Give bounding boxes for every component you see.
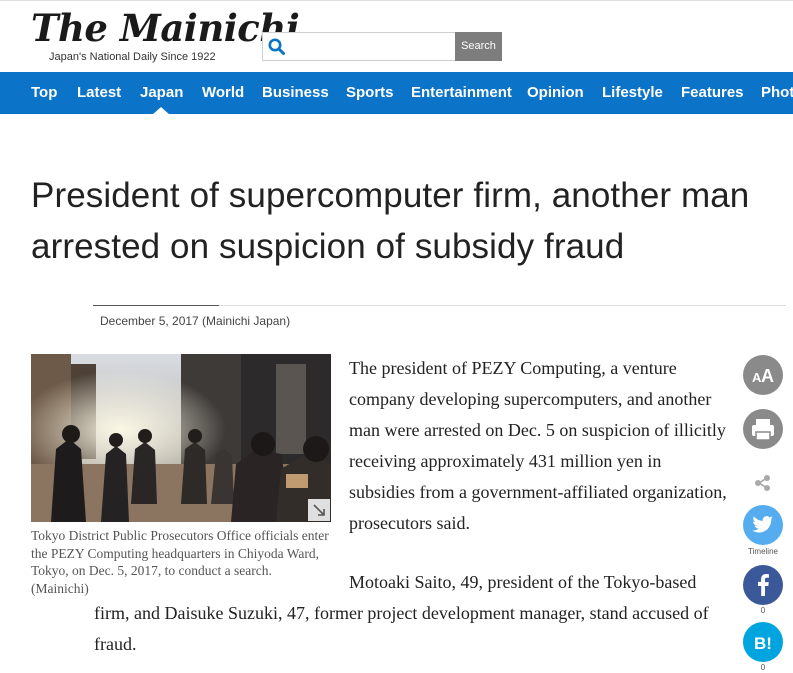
logo-tagline: Japan's National Daily Since 1922 <box>49 51 216 63</box>
hatena-label: B! <box>754 634 772 653</box>
nav-item-photo[interactable]: Phot <box>761 72 793 114</box>
hatena-count: 0 <box>760 663 766 672</box>
site-logo[interactable]: The Mainichi Japan's National Daily Sinc… <box>31 6 300 66</box>
facebook-icon <box>758 574 769 596</box>
top-border <box>0 0 793 1</box>
twitter-label: Timeline <box>748 547 778 556</box>
nav-item-opinion[interactable]: Opinion <box>527 72 584 114</box>
photo-scene <box>31 354 331 522</box>
twitter-bird-icon <box>752 516 774 533</box>
article-paragraph: Motoaki Saito, 49, president of the Toky… <box>94 572 709 654</box>
divider-accent <box>93 305 219 306</box>
article-paragraph: The president of PEZY Computing, a ventu… <box>349 358 727 533</box>
nav-item-lifestyle[interactable]: Lifestyle <box>602 72 663 114</box>
expand-arrow-icon <box>313 504 325 516</box>
hatena-icon: B! <box>754 634 772 653</box>
nav-item-sports[interactable]: Sports <box>346 72 394 114</box>
nav-item-latest[interactable]: Latest <box>77 72 121 114</box>
main-nav: Top Latest Japan World Business Sports E… <box>0 72 793 114</box>
dateline: December 5, 2017 (Mainichi Japan) <box>100 314 291 328</box>
svg-text:A: A <box>761 366 774 386</box>
nav-item-features[interactable]: Features <box>681 72 744 114</box>
title-line-2: arrested on suspicion of subsidy fraud <box>31 227 625 266</box>
font-size-icon: A A <box>752 366 774 386</box>
article-title: President of supercomputer firm, another… <box>31 170 781 272</box>
logo-wordmark: The Mainichi <box>31 6 300 50</box>
twitter-button[interactable] <box>743 505 783 545</box>
active-tab-indicator <box>152 107 170 115</box>
search-button[interactable]: Search <box>455 32 502 61</box>
font-size-button[interactable]: A A <box>743 355 783 395</box>
printer-icon <box>752 419 774 441</box>
nav-item-business[interactable]: Business <box>262 72 329 114</box>
search-box: Search <box>262 32 502 61</box>
share-icon[interactable] <box>753 473 773 493</box>
search-icon[interactable] <box>267 37 287 57</box>
article-photo[interactable] <box>31 354 331 522</box>
nav-item-top[interactable]: Top <box>31 72 57 114</box>
nav-item-entertainment[interactable]: Entertainment <box>411 72 512 114</box>
facebook-count: 0 <box>760 606 766 615</box>
facebook-button[interactable] <box>743 565 783 605</box>
hatena-bookmark-button[interactable]: B! <box>743 622 783 662</box>
print-button[interactable] <box>743 409 783 449</box>
expand-photo-button[interactable] <box>308 499 330 521</box>
share-nodes-icon <box>755 475 770 491</box>
search-input[interactable] <box>291 35 455 60</box>
nav-item-world[interactable]: World <box>202 72 244 114</box>
title-line-1: President of supercomputer firm, another… <box>31 176 750 215</box>
